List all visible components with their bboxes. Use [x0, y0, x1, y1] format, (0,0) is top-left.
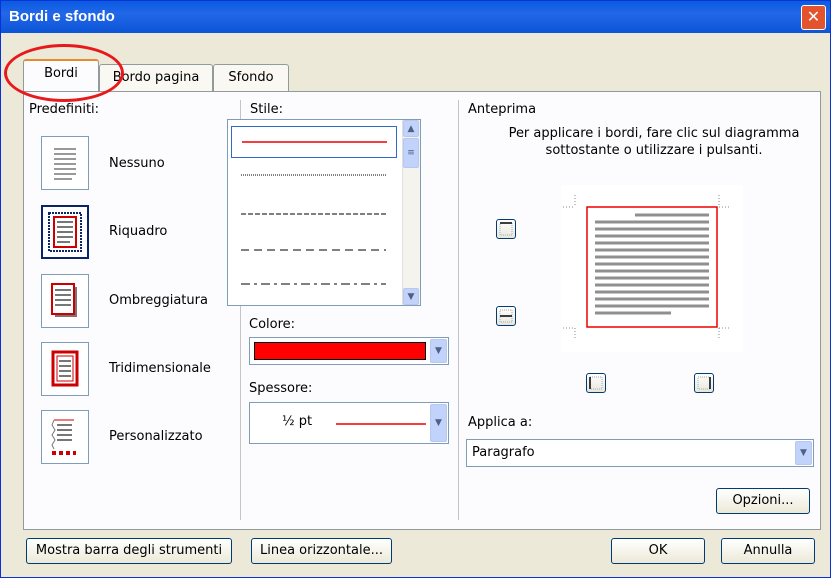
options-button[interactable]: Opzioni...	[716, 488, 810, 514]
chevron-down-icon[interactable]: ▼	[795, 441, 812, 465]
cancel-button[interactable]: Annulla	[721, 538, 815, 564]
preset-none-button[interactable]	[41, 136, 89, 190]
width-value: ½ pt	[282, 414, 313, 429]
apply-to-heading: Applica a:	[468, 415, 533, 430]
tab-sfondo[interactable]: Sfondo	[213, 64, 289, 91]
tab-label: Bordo pagina	[112, 70, 200, 85]
style-option-dash-dot[interactable]	[231, 274, 395, 294]
border-inside-horizontal-button[interactable]	[496, 306, 516, 326]
border-inside-horizontal-icon	[499, 309, 513, 323]
preset-3d-button[interactable]	[41, 342, 89, 396]
style-heading: Stile:	[250, 102, 283, 117]
title-bar[interactable]: Bordi e sfondo ✕	[1, 1, 830, 33]
preset-3d-label: Tridimensionale	[109, 361, 211, 376]
ok-button[interactable]: OK	[611, 538, 705, 564]
color-heading: Colore:	[249, 317, 296, 332]
preset-shadow-icon	[51, 283, 77, 317]
width-heading: Spessore:	[249, 381, 313, 396]
preset-3d-icon	[51, 350, 79, 387]
border-top-icon	[499, 222, 513, 236]
preset-box-label: Riquadro	[109, 224, 168, 239]
preview-diagram	[563, 195, 731, 340]
horizontal-line-button[interactable]: Linea orizzontale...	[251, 538, 392, 564]
style-option-selected[interactable]	[231, 126, 397, 158]
preset-box-button[interactable]	[41, 205, 89, 259]
preset-custom-label: Personalizzato	[109, 429, 203, 444]
style-list[interactable]: ▲ ≡ ▼	[227, 119, 421, 306]
preset-none-icon	[54, 148, 76, 180]
preview-area[interactable]	[561, 185, 743, 352]
width-line-sample	[336, 423, 426, 425]
preview-instructions: Per applicare i bordi, fare clic sul dia…	[508, 126, 800, 158]
preset-box-icon	[48, 212, 82, 252]
color-swatch	[254, 342, 426, 360]
preset-none-label: Nessuno	[109, 156, 165, 171]
highlight-ring	[4, 44, 124, 102]
presets-heading: Predefiniti:	[29, 102, 100, 117]
close-button[interactable]: ✕	[801, 5, 826, 30]
tab-label: Sfondo	[228, 70, 274, 85]
apply-to-select[interactable]: Paragrafo ▼	[466, 439, 814, 467]
preset-custom-button[interactable]	[41, 410, 89, 464]
color-select[interactable]: ▼	[249, 337, 449, 365]
scroll-down-icon[interactable]: ▼	[403, 288, 419, 305]
preset-shadow-button[interactable]	[41, 274, 89, 328]
border-left-button[interactable]	[586, 373, 606, 393]
divider	[458, 100, 459, 520]
apply-to-value: Paragrafo	[472, 445, 535, 460]
style-solid-line	[242, 141, 387, 143]
style-option-dashed[interactable]	[231, 240, 395, 260]
chevron-down-icon[interactable]: ▼	[430, 404, 447, 442]
style-option-dashed-fine[interactable]	[231, 204, 395, 224]
style-option-dotted[interactable]	[231, 165, 395, 185]
border-right-icon	[697, 376, 711, 390]
scroll-up-icon[interactable]: ▲	[403, 120, 419, 137]
preset-custom-icon	[51, 419, 76, 455]
preview-heading: Anteprima	[468, 102, 537, 117]
dialog-title: Bordi e sfondo	[9, 8, 115, 25]
scroll-thumb[interactable]: ≡	[403, 138, 419, 168]
dialog-window: Bordi e sfondo ✕ Bordi Bordo pagina Sfon…	[0, 0, 831, 578]
show-toolbar-button[interactable]: Mostra barra degli strumenti	[26, 538, 232, 564]
border-right-button[interactable]	[694, 373, 714, 393]
chevron-down-icon[interactable]: ▼	[430, 339, 447, 363]
preset-shadow-label: Ombreggiatura	[109, 293, 208, 308]
style-scrollbar[interactable]: ▲ ≡ ▼	[402, 120, 420, 305]
border-left-icon	[589, 376, 603, 390]
width-select[interactable]: ½ pt ▼	[249, 402, 449, 444]
border-top-button[interactable]	[496, 219, 516, 239]
